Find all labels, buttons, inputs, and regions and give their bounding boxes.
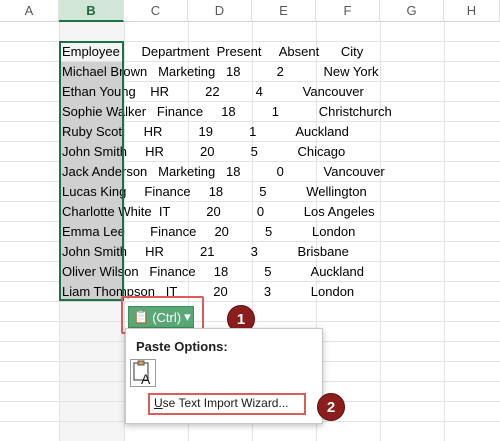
- paste-options-label: (Ctrl): [152, 309, 182, 325]
- column-header-a[interactable]: A: [0, 0, 59, 22]
- column-header-b[interactable]: B: [59, 0, 124, 22]
- wizard-label-accelerator: U: [154, 396, 163, 410]
- use-text-import-wizard-button[interactable]: Use Text Import Wizard...: [154, 396, 288, 410]
- column-header-c[interactable]: C: [124, 0, 188, 22]
- selection-border: [59, 41, 124, 301]
- column-header-h[interactable]: H: [444, 0, 500, 22]
- column-header-f[interactable]: F: [316, 0, 380, 22]
- column-header-e[interactable]: E: [252, 0, 316, 22]
- clipboard-icon: 📋: [133, 309, 150, 324]
- paste-options-button[interactable]: 📋 (Ctrl) ▾: [128, 306, 194, 328]
- wizard-label: se Text Import Wizard...: [162, 396, 289, 410]
- svg-text:A: A: [141, 371, 151, 386]
- step-badge-2: 2: [317, 393, 345, 421]
- spreadsheet[interactable]: A B C D E F G H Employee Department Pres…: [0, 0, 500, 441]
- column-header-g[interactable]: G: [380, 0, 444, 22]
- grid-line: [444, 22, 445, 441]
- paste-keep-text-icon[interactable]: A: [130, 359, 156, 387]
- chevron-down-icon: ▾: [184, 309, 191, 324]
- paste-options-title: Paste Options:: [136, 339, 228, 354]
- column-header-d[interactable]: D: [188, 0, 252, 22]
- grid-line: [380, 22, 381, 441]
